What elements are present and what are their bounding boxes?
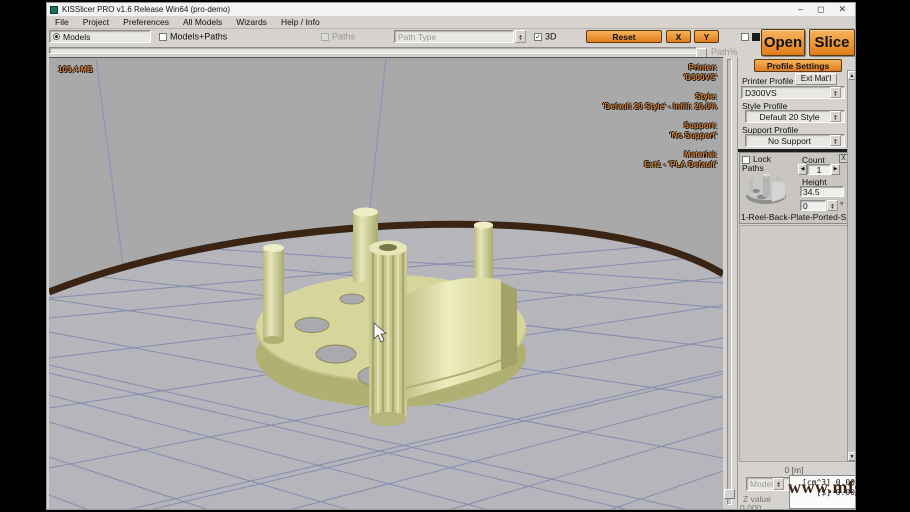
models-paths-checkbox-box[interactable] [159, 32, 167, 41]
viewport-annotations: Printer: 'D300VS' Style: 'Default 20 Sty… [602, 63, 717, 179]
settings-panel: Profile Settings Ext Mat'l Printer Profi… [737, 57, 855, 510]
reset-button[interactable]: Reset [586, 30, 662, 43]
rotation-field[interactable]: 0 [800, 200, 826, 211]
support-annotation-value: 'No Support' [669, 131, 717, 140]
viewport-3d[interactable]: 103.4 MB Printer: 'D300VS' Style: 'Defau… [49, 57, 723, 509]
menu-help-info[interactable]: Help / Info [281, 17, 320, 27]
solid-swatch-icon [752, 32, 760, 41]
minimize-button[interactable]: – [798, 4, 803, 15]
maximize-button[interactable]: ◻ [817, 4, 824, 15]
printer-annotation-label: Printer: [688, 63, 717, 72]
rotation-spinner[interactable]: ▲ ▼ [827, 200, 838, 211]
letterbox-right [856, 0, 910, 512]
model-name: 1-Reel-Back-Plate-Ported-S [741, 212, 847, 222]
app-window: KISSlicer PRO v1.6 Release Win64 (pro-de… [46, 2, 856, 510]
count-decrement-button[interactable]: ◀ [798, 164, 807, 175]
style-annotation-label: Style: [695, 92, 717, 101]
count-increment-button[interactable]: ▶ [831, 164, 840, 175]
menu-preferences[interactable]: Preferences [123, 17, 169, 27]
title-bar: KISSlicer PRO v1.6 Release Win64 (pro-de… [47, 3, 855, 16]
support-profile-dropdown[interactable]: No Support ▲ ▼ [745, 134, 845, 147]
models-radio[interactable] [53, 33, 60, 40]
material-annotation-value: Ext1 - 'PLA Default' [644, 160, 717, 169]
panel-scrollbar[interactable]: ▲ ▼ [847, 70, 855, 462]
path-percent-row: Path% [47, 45, 739, 59]
printer-annotation-value: 'D300VS' [683, 73, 717, 82]
height-field[interactable]: 34.5 [800, 186, 844, 197]
path-type-dropdown: Path Type [394, 30, 514, 43]
render-style-checkbox-box[interactable] [741, 32, 749, 41]
y-axis-button[interactable]: Y [694, 30, 719, 43]
model-list-item[interactable]: X Lock Paths Count ◀ 1 ▶ Height 34.5 0 ▲… [739, 152, 850, 224]
render-style-toggle[interactable] [741, 31, 760, 41]
printer-profile-label: Printer Profile [742, 76, 794, 86]
ext-matl-button[interactable]: Ext Mat'l [795, 73, 837, 85]
view-3d-checkbox-box[interactable]: ✓ [534, 32, 542, 41]
paths-checkbox-box [321, 32, 329, 41]
style-profile-spinner[interactable]: ▲ ▼ [830, 111, 841, 122]
stats-model-dropdown: Model ▲ ▼ [746, 477, 794, 491]
models-view-selector[interactable]: Models [49, 30, 151, 43]
rotation-unit-label: ° [840, 200, 844, 210]
scroll-down-icon[interactable]: ▼ [848, 452, 855, 461]
profile-settings-button[interactable]: Profile Settings [754, 59, 842, 72]
close-button[interactable]: ✕ [838, 4, 846, 15]
menu-bar: File Project Preferences All Models Wiza… [47, 16, 855, 29]
letterbox-left [0, 0, 46, 512]
spinner-down-icon: ▼ [518, 35, 523, 41]
material-annotation-label: Material: [684, 150, 717, 159]
slice-button[interactable]: Slice [809, 29, 855, 56]
model-thumbnail [746, 173, 786, 204]
menu-file[interactable]: File [55, 17, 69, 27]
z-value: 0.000 [740, 503, 762, 510]
count-field[interactable]: 1 [807, 164, 831, 175]
support-profile-spinner[interactable]: ▲ ▼ [830, 135, 841, 146]
support-annotation-label: Support: [683, 121, 717, 130]
model-list-empty-area [739, 225, 850, 462]
path-percent-label: Path% [711, 47, 738, 57]
menu-all-models[interactable]: All Models [183, 17, 222, 27]
view-3d-checkbox[interactable]: ✓ 3D [534, 31, 557, 42]
printer-profile-dropdown[interactable]: D300VS ▲ ▼ [741, 86, 845, 99]
window-title: KISSlicer PRO v1.6 Release Win64 (pro-de… [62, 5, 231, 14]
printer-profile-spinner[interactable]: ▲ ▼ [830, 87, 841, 98]
z-slider-strip [723, 57, 737, 509]
path-percent-slider[interactable] [49, 47, 707, 59]
menu-wizards[interactable]: Wizards [236, 17, 267, 27]
style-profile-dropdown[interactable]: Default 20 Style ▲ ▼ [745, 110, 845, 123]
x-axis-button[interactable]: X [666, 30, 691, 43]
models-paths-checkbox[interactable]: Models+Paths [159, 31, 227, 42]
paths-checkbox: Paths [321, 31, 355, 42]
path-type-spinner: ▲ ▼ [515, 30, 526, 43]
menu-project[interactable]: Project [83, 17, 109, 27]
filament-meters-label: 0 [m] [784, 465, 804, 475]
toolbar: Models Models+Paths Paths Path Type ▲ ▼ ✓… [47, 29, 855, 56]
scroll-up-icon[interactable]: ▲ [848, 71, 855, 80]
z-slider-track[interactable] [727, 59, 732, 505]
style-annotation-value: 'Default 20 Style' - Infill: 20.0% [602, 102, 717, 111]
z-slider-handle[interactable] [724, 489, 735, 499]
app-icon [50, 5, 58, 14]
models-view-label: Models [63, 31, 91, 42]
open-button[interactable]: Open [761, 29, 805, 56]
memory-usage-label: 103.4 MB [58, 65, 93, 74]
stats-model-spinner: ▲ ▼ [773, 478, 785, 490]
